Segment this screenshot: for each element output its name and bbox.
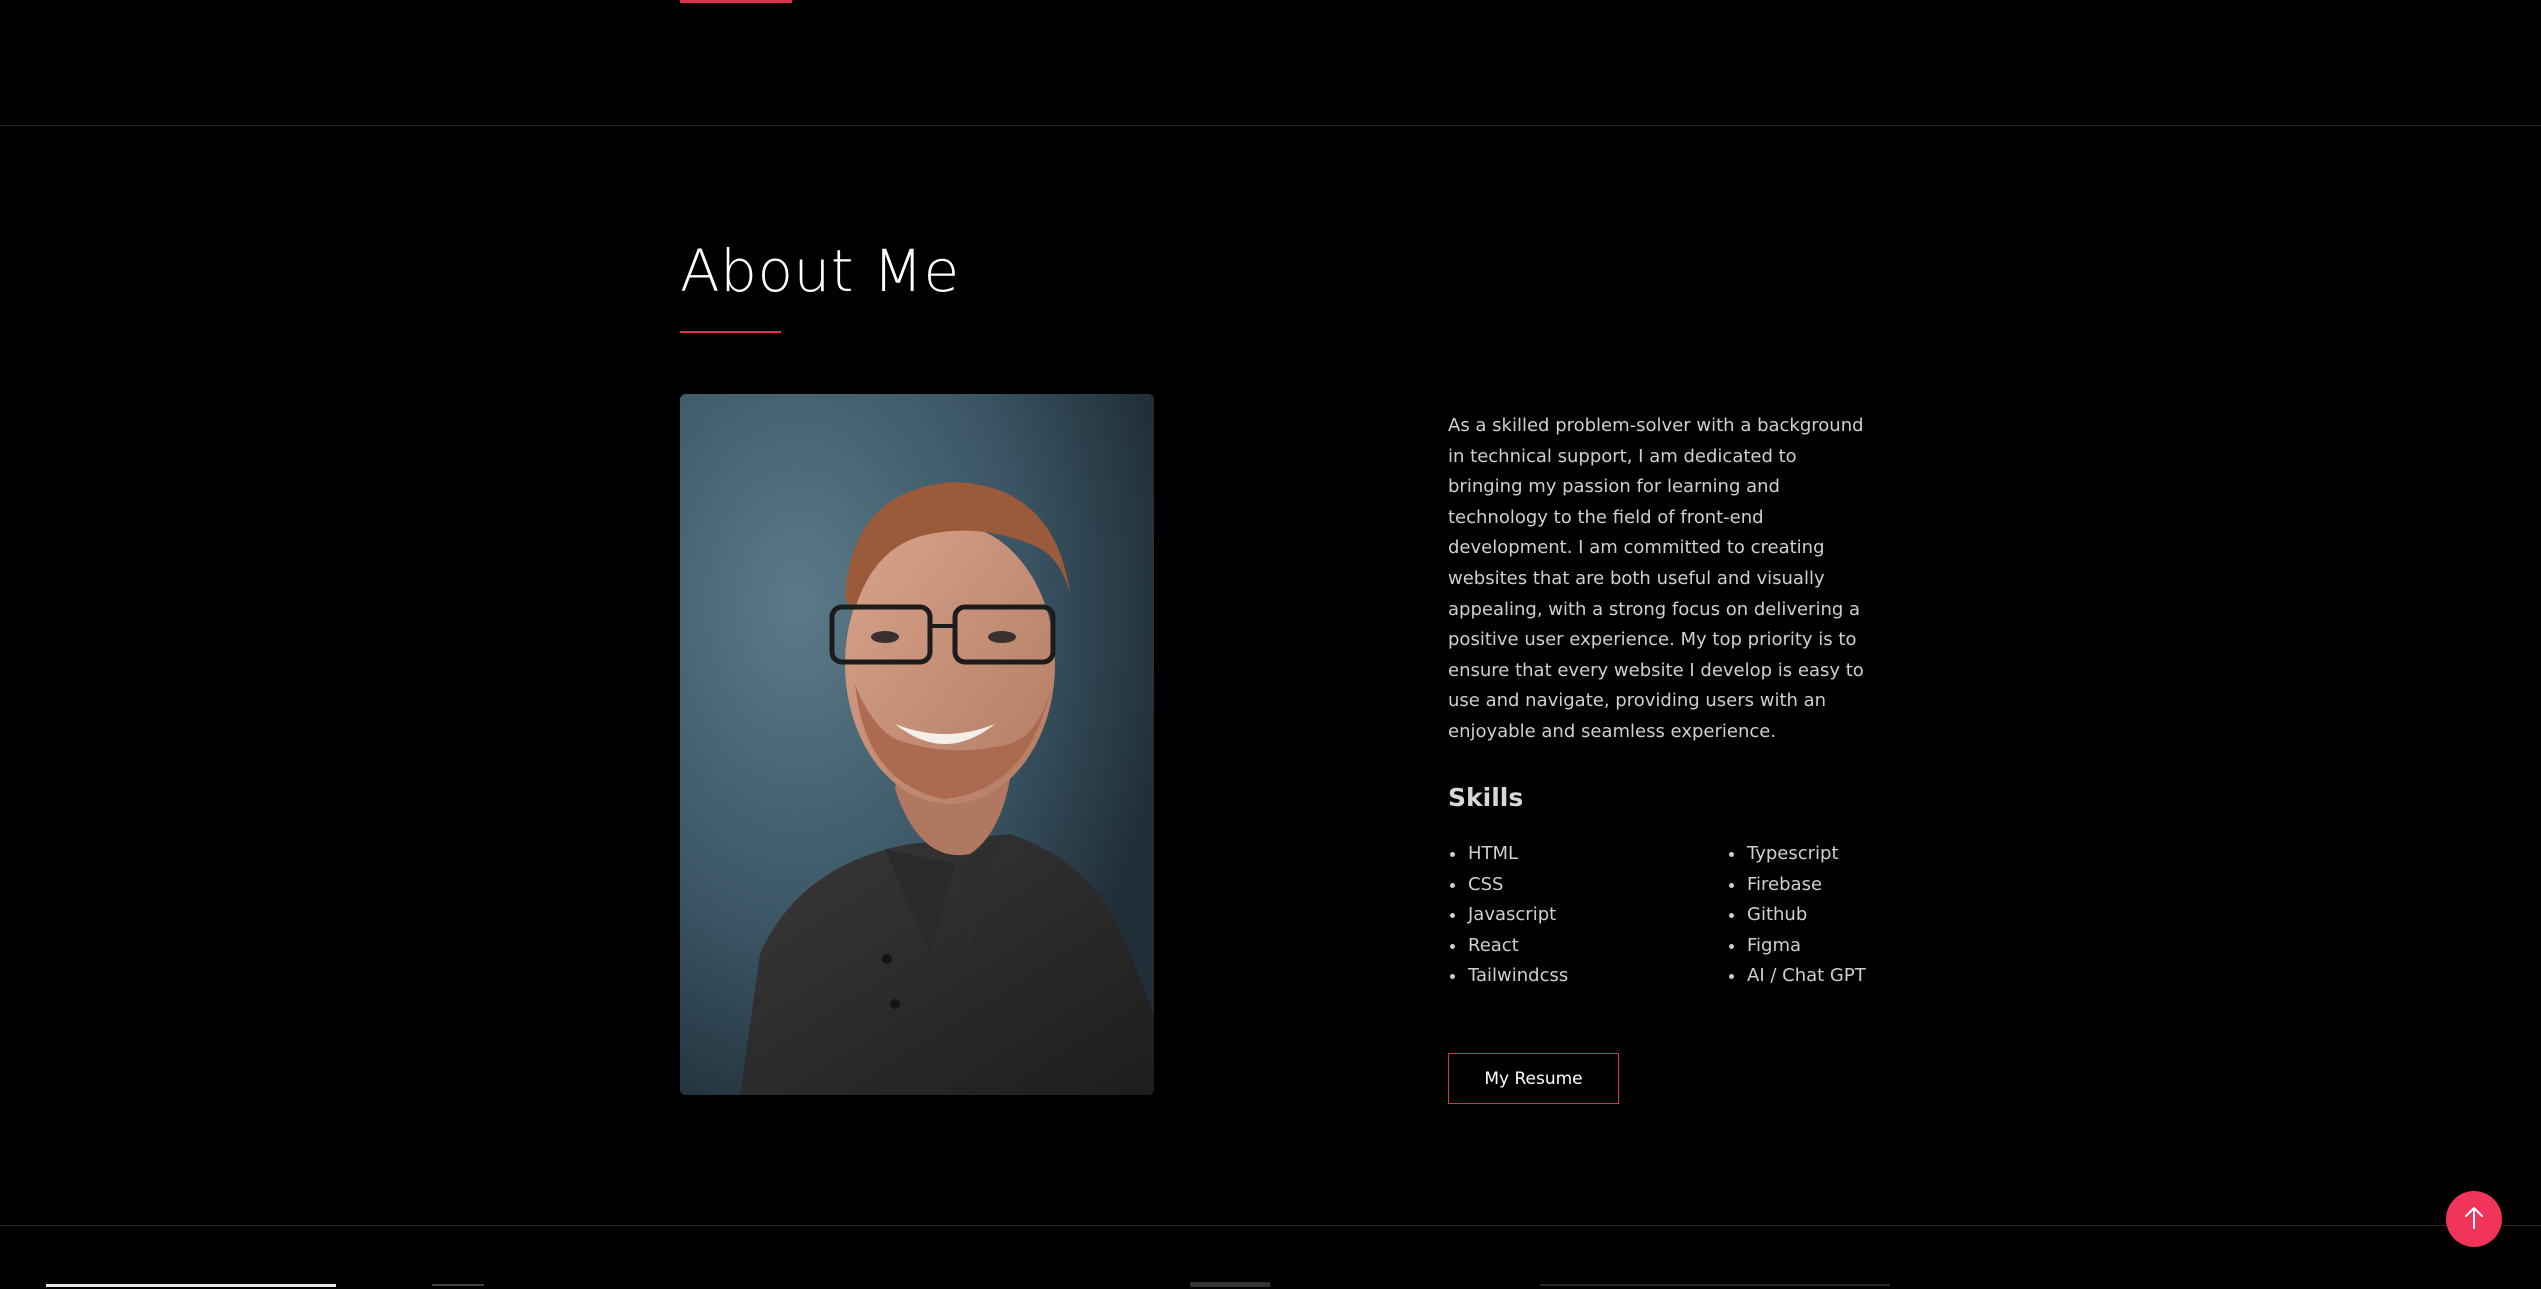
footer-fragment [432,1284,484,1286]
portrait-photo [680,394,1154,1095]
about-title: About Me [680,237,960,305]
back-to-top-button[interactable] [2446,1191,2502,1247]
skill-item: Tailwindcss [1448,961,1568,992]
skill-item: Javascript [1448,900,1568,931]
footer-fragment [1540,1284,1890,1286]
skill-item: Github [1727,900,1866,931]
skill-item: HTML [1448,839,1568,870]
section-divider-top [0,125,2541,126]
skill-item: React [1448,931,1568,962]
footer-fragment [46,1284,336,1287]
footer-fragment [1190,1282,1270,1287]
skill-item: Figma [1727,931,1866,962]
arrow-up-icon [2459,1203,2489,1236]
skill-item: Typescript [1727,839,1866,870]
page: About Me As a skilled problem-solver wit… [0,0,2541,1289]
skill-item: AI / Chat GPT [1727,961,1866,992]
skills-list-column-2: Typescript Firebase Github Figma AI / Ch… [1727,839,1866,992]
skill-item: CSS [1448,870,1568,901]
about-bio: As a skilled problem-solver with a backg… [1448,415,1864,742]
skills-list-column-1: HTML CSS Javascript React Tailwindcss [1448,839,1568,992]
skill-item: Firebase [1727,870,1866,901]
portrait-illustration [680,394,1154,1095]
resume-button[interactable]: My Resume [1448,1053,1619,1104]
section-divider-bottom [0,1225,2541,1226]
previous-section-underline [680,0,792,3]
about-title-underline [680,331,781,333]
skills-title: Skills [1448,783,1524,812]
